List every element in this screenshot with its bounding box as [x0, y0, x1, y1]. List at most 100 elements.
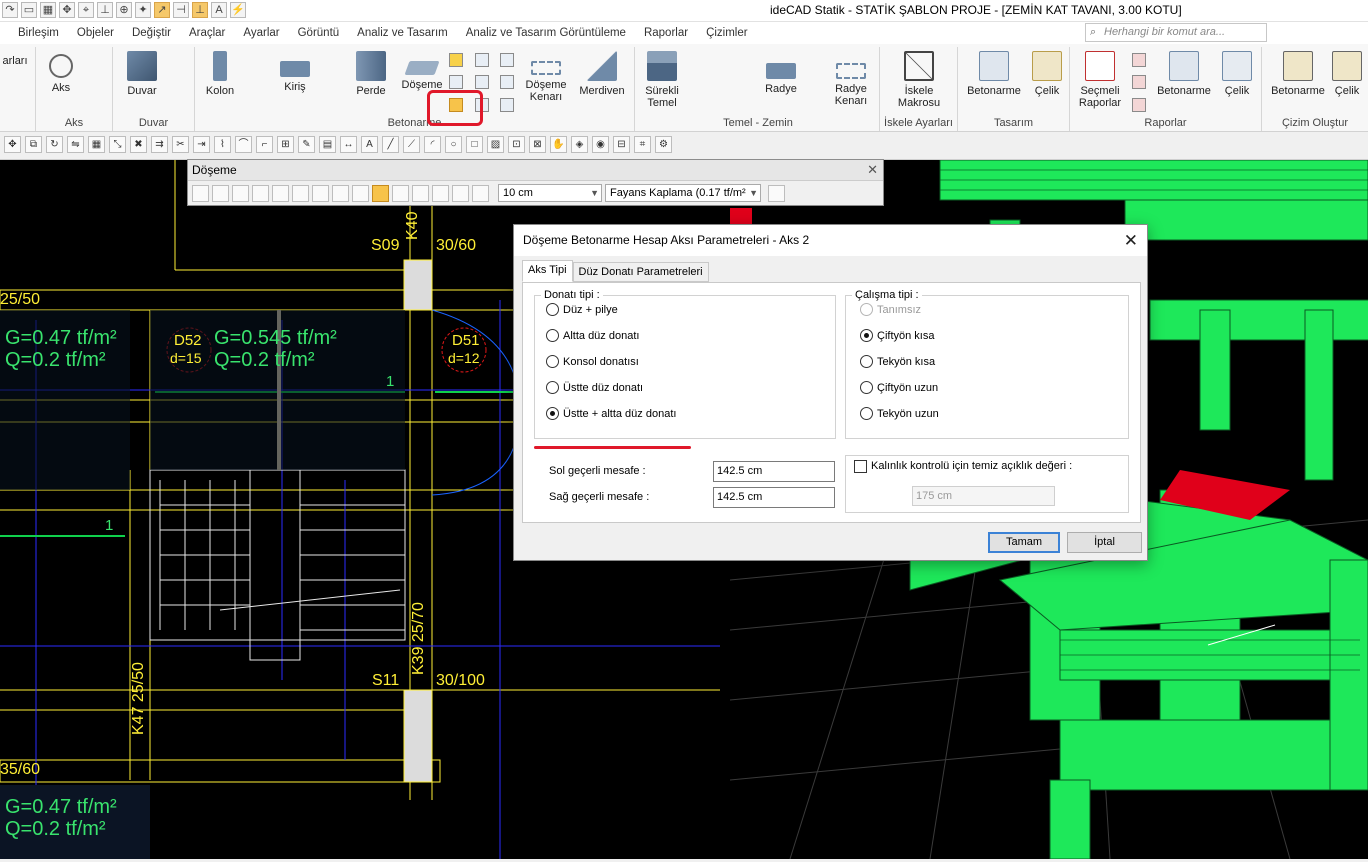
zoom-window-icon[interactable]: ⊡ [508, 136, 525, 153]
report-icon-3[interactable] [1132, 98, 1146, 112]
cancel-button[interactable]: İptal [1067, 532, 1142, 553]
radio-ustte-altta-duz[interactable]: Üstte + altta düz donatı [546, 407, 676, 420]
erase-tool-icon[interactable]: ✖ [130, 136, 147, 153]
trim-tool-icon[interactable]: ✂ [172, 136, 189, 153]
rapor-betonarme-button[interactable]: Betonarme [1152, 51, 1216, 97]
section-icon[interactable]: ⊟ [613, 136, 630, 153]
radio-konsol[interactable]: Konsol donatısı [546, 355, 639, 368]
line-tool-icon[interactable]: ╱ [382, 136, 399, 153]
surekli-temel-button[interactable]: Sürekli Temel [639, 51, 685, 109]
menu-goruntu[interactable]: Görüntü [289, 22, 349, 44]
copy-tool-icon[interactable]: ⧉ [25, 136, 42, 153]
hatch-icon[interactable] [475, 53, 489, 67]
perde-button[interactable]: Perde [348, 51, 394, 97]
ok-button[interactable]: Tamam [988, 532, 1060, 553]
slab-grid-tool-icon[interactable] [292, 184, 309, 202]
window-icon[interactable]: ▭ [21, 2, 37, 18]
pan-icon[interactable]: ✋ [550, 136, 567, 153]
thickness-select[interactable]: 10 cm ▼ [498, 184, 602, 202]
slab-load-icon[interactable] [500, 75, 514, 89]
menu-ayarlar[interactable]: Ayarlar [234, 22, 288, 44]
slab-hatch-tool-icon[interactable] [312, 184, 329, 202]
kolon-button[interactable]: Kolon [197, 51, 243, 97]
chamfer-tool-icon[interactable]: ⌐ [256, 136, 273, 153]
pencil-tool-icon[interactable]: ✎ [298, 136, 315, 153]
doseme-button[interactable]: Döşeme [399, 51, 445, 91]
slab-list-icon[interactable] [500, 98, 514, 112]
rotate-tool-icon[interactable]: ↻ [46, 136, 63, 153]
cross-hatch-icon[interactable] [475, 75, 489, 89]
cizim-celik-button[interactable]: Çelik [1324, 51, 1368, 97]
slab-edge-tool-icon[interactable] [432, 184, 449, 202]
axis-snap-icon[interactable]: ⊕ [116, 2, 132, 18]
slab-axis-icon[interactable] [449, 53, 463, 67]
offset-tool-icon[interactable]: ⇉ [151, 136, 168, 153]
merdiven-button[interactable]: Merdiven [577, 51, 627, 97]
radio-ciftyon-kisa[interactable]: Çiftyön kısa [860, 329, 934, 342]
polyline-tool-icon[interactable]: ⟋ [403, 136, 420, 153]
settings-icon[interactable]: ⚙ [655, 136, 672, 153]
kalinlik-checkbox[interactable] [854, 460, 867, 473]
slab-settings-icon[interactable] [768, 184, 785, 202]
break-tool-icon[interactable]: ⌇ [214, 136, 231, 153]
radio-duz-pilye[interactable]: Düz + pilye [546, 303, 618, 316]
slab-edit-icon[interactable] [500, 53, 514, 67]
fillet-tool-icon[interactable]: ⌒ [235, 136, 252, 153]
ortho-icon[interactable]: ⊥ [97, 2, 113, 18]
scale-tool-icon[interactable]: ⤡ [109, 136, 126, 153]
slab-arrow-icon[interactable] [192, 184, 209, 202]
tab-duz-donati[interactable]: Düz Donatı Parametreleri [572, 262, 709, 282]
slab-folder-tool-icon[interactable] [372, 184, 389, 202]
sag-mesafe-input[interactable]: 142.5 cm [713, 487, 835, 508]
node-icon[interactable]: ⊣ [173, 2, 189, 18]
text-tool-icon[interactable]: A [361, 136, 378, 153]
radio-tekyon-kisa[interactable]: Tekyön kısa [860, 355, 935, 368]
iskele-makrosu-button[interactable]: İskele Makrosu [894, 51, 944, 109]
hatch-tool-icon[interactable]: ▨ [487, 136, 504, 153]
extend-tool-icon[interactable]: ⇥ [193, 136, 210, 153]
redo-icon[interactable]: ↷ [2, 2, 18, 18]
menu-cizimler[interactable]: Çizimler [697, 22, 757, 44]
slab-cross-tool-icon[interactable] [332, 184, 349, 202]
perpendicular-icon[interactable]: ⊥ [192, 2, 208, 18]
slab-grid-icon[interactable] [449, 75, 463, 89]
tasarim-betonarme-button[interactable]: Betonarme [962, 51, 1026, 97]
grid-icon[interactable]: ▦ [40, 2, 56, 18]
kalinlik-input[interactable]: 175 cm [912, 486, 1055, 506]
slab-new-icon[interactable] [212, 184, 229, 202]
command-search-input[interactable]: Herhangi bir komut ara... [1085, 23, 1267, 42]
zoom-all-icon[interactable]: ⊠ [529, 136, 546, 153]
radye-kenari-button[interactable]: Radye Kenarı [827, 51, 875, 107]
text-style-icon[interactable]: A [211, 2, 227, 18]
rapor-celik-button[interactable]: Çelik [1214, 51, 1260, 97]
slab-stair-tool-icon[interactable] [472, 184, 489, 202]
array-tool-icon[interactable]: ▦ [88, 136, 105, 153]
slab-split-tool-icon[interactable] [452, 184, 469, 202]
close-icon[interactable]: ✕ [1124, 231, 1138, 251]
join-tool-icon[interactable]: ⊞ [277, 136, 294, 153]
doseme-kenari-button[interactable]: Döşeme Kenarı [523, 51, 569, 103]
layer-tool-icon[interactable]: ▤ [319, 136, 336, 153]
radye-button[interactable]: Radye [758, 51, 804, 95]
line-snap-icon[interactable]: ↗ [154, 2, 170, 18]
radio-ustte-duz[interactable]: Üstte düz donatı [546, 381, 643, 394]
kiris-button[interactable]: Kiriş [272, 51, 318, 93]
radio-ciftyon-uzun[interactable]: Çiftyön uzun [860, 381, 938, 394]
load-select[interactable]: Fayans Kaplama (0.17 tf/m² ▼ [605, 184, 761, 202]
circle-tool-icon[interactable]: ○ [445, 136, 462, 153]
menu-raporlar[interactable]: Raporlar [635, 22, 697, 44]
slab-draw-icon[interactable] [232, 184, 249, 202]
measure-icon[interactable]: ⌗ [634, 136, 651, 153]
menu-araclar[interactable]: Araçlar [180, 22, 234, 44]
report-icon-1[interactable] [1132, 53, 1146, 67]
view-3d-icon[interactable]: ◈ [571, 136, 588, 153]
slab-axis-tool-icon[interactable] [352, 184, 369, 202]
pick-icon[interactable]: ✦ [135, 2, 151, 18]
menu-analiz-tasarim[interactable]: Analiz ve Tasarım [348, 22, 457, 44]
move-tool-icon[interactable]: ✥ [4, 136, 21, 153]
snap-icon[interactable]: ⌖ [78, 2, 94, 18]
radio-altta-duz[interactable]: Altta düz donatı [546, 329, 639, 342]
sol-mesafe-input[interactable]: 142.5 cm [713, 461, 835, 482]
move-icon[interactable]: ✥ [59, 2, 75, 18]
slab-move-icon[interactable] [252, 184, 269, 202]
